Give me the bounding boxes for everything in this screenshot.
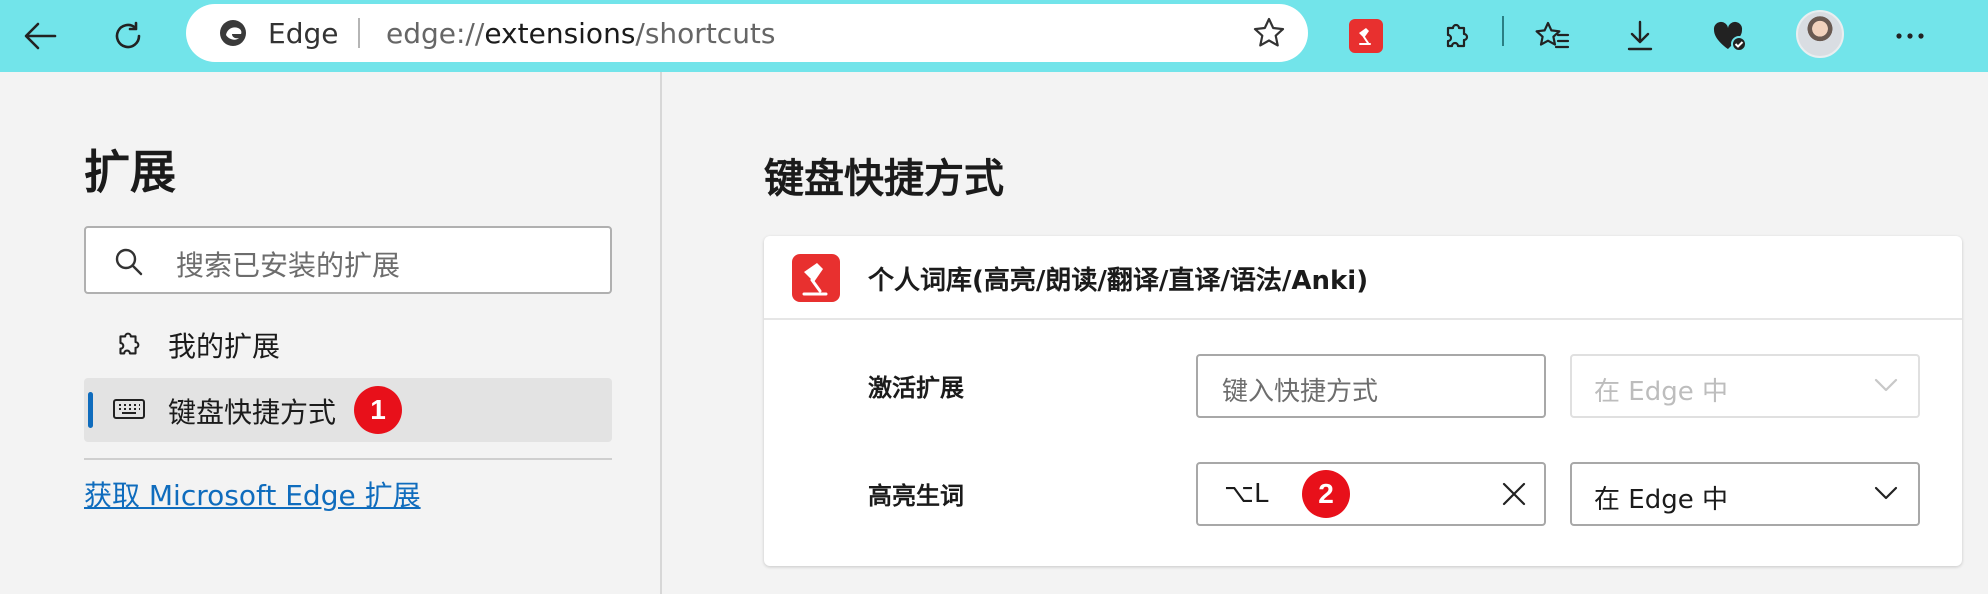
- puzzle-icon: [119, 332, 140, 355]
- extension-shortcut-card: 个人词库(高亮/朗读/翻译/直译/语法/Anki) 激活扩展 键入快捷方式 在 …: [764, 236, 1962, 566]
- chevron-down-icon: [1874, 378, 1898, 392]
- sidebar-item-keyboard-shortcuts[interactable]: 键盘快捷方式 1: [84, 378, 612, 442]
- sidebar-item-label: 我的扩展: [168, 330, 281, 363]
- active-indicator: [88, 392, 93, 428]
- url-path: /shortcuts: [635, 17, 776, 50]
- page-title: 键盘快捷方式: [764, 156, 1004, 202]
- favorite-button[interactable]: [1252, 16, 1286, 54]
- sidebar-divider: [84, 458, 612, 460]
- extension-logo: [792, 254, 840, 302]
- url-prefix: edge://: [386, 17, 485, 50]
- browser-essentials-button[interactable]: [1706, 12, 1754, 60]
- clear-icon[interactable]: [1500, 480, 1528, 508]
- scope-value: 在 Edge 中: [1594, 377, 1728, 407]
- browser-toolbar: Edge edge://extensions/shortcuts: [0, 0, 1988, 72]
- search-placeholder: 搜索已安装的扩展: [176, 249, 401, 282]
- favorites-button[interactable]: [1528, 12, 1576, 60]
- scope-value: 在 Edge 中: [1594, 485, 1728, 515]
- back-button[interactable]: [16, 12, 64, 60]
- shortcut-label-highlight: 高亮生词: [868, 482, 964, 510]
- lamp-icon: [802, 263, 828, 296]
- toolbar-separator: [1502, 16, 1504, 46]
- step-badge-1: 1: [354, 386, 402, 434]
- extensions-button[interactable]: [1432, 12, 1480, 60]
- url-host: extensions: [484, 17, 636, 50]
- extension-search-input[interactable]: 搜索已安装的扩展: [84, 226, 612, 294]
- sidebar-item-my-extensions[interactable]: 我的扩展: [84, 312, 612, 376]
- refresh-button[interactable]: [104, 12, 152, 60]
- url-text: edge://extensions/shortcuts: [386, 17, 776, 50]
- shortcut-label-activate: 激活扩展: [868, 374, 964, 402]
- lamp-icon: [1359, 28, 1371, 45]
- refresh-icon: [115, 21, 141, 49]
- scope-select-activate: 在 Edge 中: [1570, 354, 1920, 418]
- sidebar-item-label: 键盘快捷方式: [168, 396, 337, 429]
- chevron-down-icon: [1874, 486, 1898, 500]
- download-icon: [1627, 20, 1653, 51]
- shortcut-placeholder: 键入快捷方式: [1222, 377, 1379, 407]
- settings-more-button[interactable]: [1886, 12, 1934, 60]
- keyboard-icon: [113, 399, 145, 419]
- downloads-button[interactable]: [1616, 12, 1664, 60]
- sidebar: 扩展 搜索已安装的扩展 我的扩展 键盘快捷方式 1 获取 Microsoft E…: [0, 72, 662, 594]
- more-icon: [1896, 33, 1924, 39]
- shortcut-value: ⌥L: [1224, 479, 1269, 509]
- profile-avatar[interactable]: [1796, 10, 1844, 58]
- shortcut-input-highlight[interactable]: ⌥L 2: [1196, 462, 1546, 526]
- sidebar-title: 扩展: [84, 145, 176, 199]
- favorites-icon: [1535, 21, 1570, 49]
- get-extensions-link[interactable]: 获取 Microsoft Edge 扩展: [84, 474, 421, 514]
- address-separator: [358, 18, 360, 48]
- extension-name: 个人词库(高亮/朗读/翻译/直译/语法/Anki): [868, 266, 1369, 296]
- vocab-extension-icon: [1349, 19, 1383, 53]
- edge-logo-icon: [220, 20, 246, 46]
- star-icon: [1253, 17, 1285, 47]
- step-badge-2: 2: [1302, 470, 1350, 518]
- search-icon: [115, 248, 143, 276]
- address-bar[interactable]: Edge edge://extensions/shortcuts: [186, 4, 1308, 62]
- heart-pulse-icon: [1713, 21, 1747, 52]
- puzzle-icon: [1446, 23, 1469, 48]
- card-header: 个人词库(高亮/朗读/翻译/直译/语法/Anki): [764, 236, 1962, 320]
- edge-label: Edge: [268, 17, 339, 50]
- main-content: 键盘快捷方式 个人词库(高亮/朗读/翻译/直译/语法/Anki) 激活扩展 键入…: [664, 72, 1988, 594]
- shortcut-input-activate[interactable]: 键入快捷方式: [1196, 354, 1546, 418]
- arrow-left-icon: [24, 22, 57, 50]
- scope-select-highlight[interactable]: 在 Edge 中: [1570, 462, 1920, 526]
- vocab-extension-button[interactable]: [1342, 12, 1390, 60]
